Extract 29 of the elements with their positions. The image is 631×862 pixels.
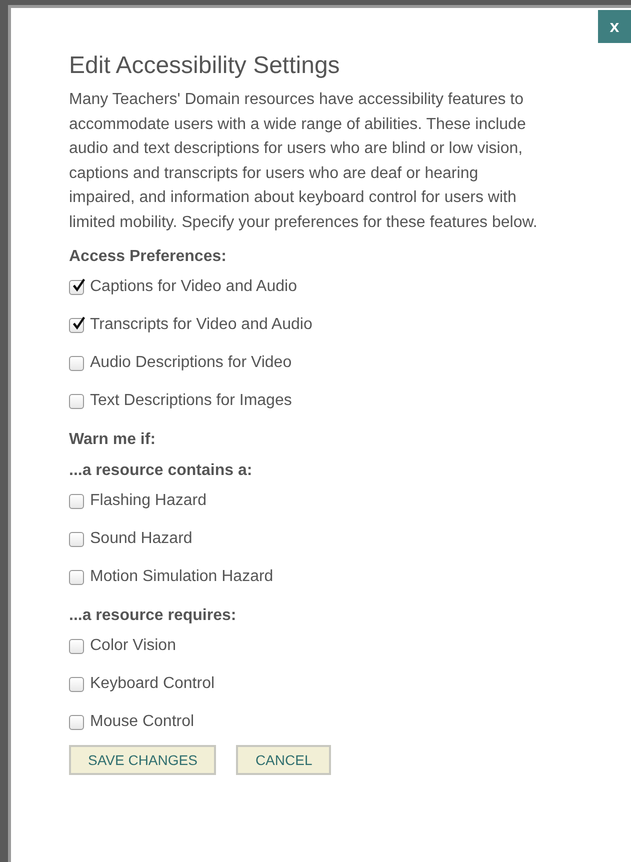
checkbox-label: Mouse Control: [90, 713, 194, 731]
checkbox[interactable]: [69, 318, 84, 332]
checkbox-label: Keyboard Control: [90, 675, 215, 693]
checkbox-label: Motion Simulation Hazard: [90, 568, 274, 586]
section-heading: Access Preferences:: [69, 247, 228, 267]
checkbox[interactable]: [69, 714, 84, 730]
checkbox[interactable]: [69, 280, 84, 294]
checkbox-label: Color Vision: [90, 637, 176, 655]
checkbox-label: Captions for Video and Audio: [90, 278, 297, 296]
checkbox[interactable]: [69, 356, 84, 370]
checkbox[interactable]: [69, 532, 84, 546]
dialog-title: Edit Accessibility Settings: [69, 51, 341, 81]
checkbox[interactable]: [69, 676, 84, 692]
checkbox-label: Transcripts for Video and Audio: [90, 316, 312, 334]
section-heading: ...a resource contains a:: [69, 461, 254, 481]
checkbox[interactable]: [69, 394, 84, 408]
section-heading: ...a resource requires:: [69, 606, 238, 626]
checkbox-label: Flashing Hazard: [90, 492, 206, 510]
checkbox-label: Sound Hazard: [90, 530, 192, 548]
save-button[interactable]: SAVE CHANGES: [69, 745, 216, 775]
cancel-button[interactable]: CANCEL: [236, 745, 332, 775]
close-button[interactable]: x: [598, 10, 631, 43]
section-heading: Warn me if:: [69, 430, 157, 450]
checkbox[interactable]: [69, 638, 84, 654]
description-text: Many Teachers' Domain resources have accessibility features to accommodate users with a wide range of abilities. These include audio and text descriptions for users who are blind or low vision, captions and transcripts for users who are deaf or hearing impaired, and information about keyboard control for users with limited mobility. Specify your preferences for these features below.: [69, 90, 538, 232]
checkbox-label: Text Descriptions for Images: [90, 392, 292, 410]
checkbox-label: Audio Descriptions for Video: [90, 354, 292, 372]
checkbox[interactable]: [69, 494, 84, 508]
checkbox[interactable]: [69, 570, 84, 584]
